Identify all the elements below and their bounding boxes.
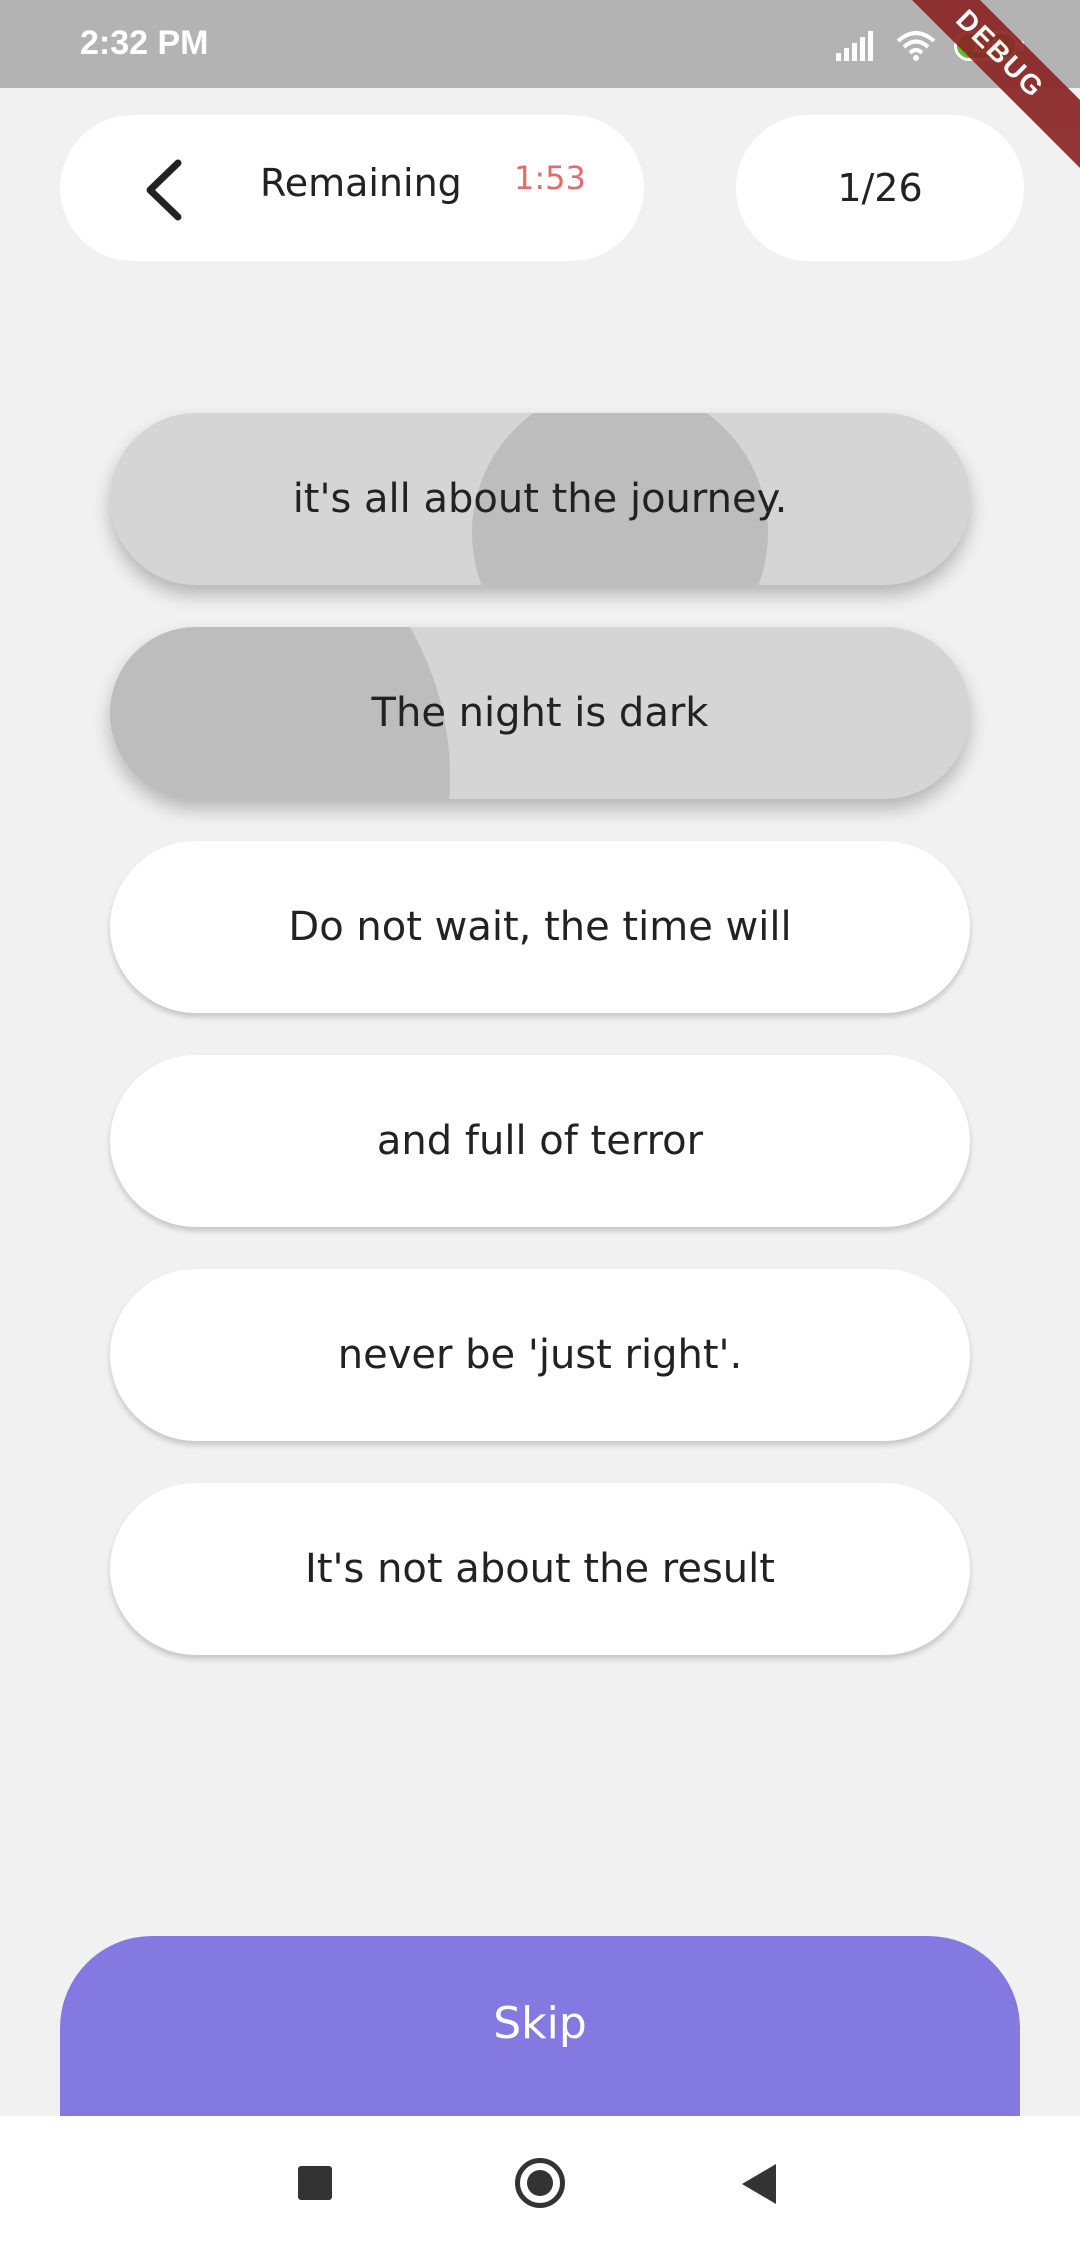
question-counter: 1/26 — [736, 115, 1024, 261]
counter-text: 1/26 — [837, 166, 923, 210]
status-time: 2:32 PM — [80, 24, 209, 62]
system-nav-bar — [0, 2116, 1080, 2246]
option-label: It's not about the result — [305, 1546, 775, 1592]
status-bar: 2:32 PM 100 DEBUG — [0, 0, 1080, 185]
nav-back-icon[interactable] — [742, 2164, 776, 2204]
option-button[interactable]: The night is dark — [110, 627, 970, 799]
option-label: it's all about the journey. — [292, 476, 788, 522]
options-list: it's all about the journey. The night is… — [110, 413, 970, 1697]
option-button[interactable]: never be 'just right'. — [110, 1269, 970, 1441]
recents-icon[interactable] — [298, 2166, 332, 2200]
option-button[interactable]: and full of terror — [110, 1055, 970, 1227]
signal-icon — [836, 31, 873, 61]
back-arrow-icon[interactable] — [132, 155, 202, 225]
option-button[interactable]: Do not wait, the time will — [110, 841, 970, 1013]
wifi-icon — [896, 31, 936, 61]
screen: 2:32 PM 100 DEBUG Remain — [0, 0, 1080, 2246]
remaining-label: Remaining — [260, 161, 462, 205]
option-button[interactable]: it's all about the journey. — [110, 413, 970, 585]
option-button[interactable]: It's not about the result — [110, 1483, 970, 1655]
remaining-pill: Remaining 1:53 — [60, 115, 644, 261]
home-icon[interactable] — [515, 2158, 565, 2208]
option-label: and full of terror — [376, 1118, 704, 1164]
option-label: The night is dark — [371, 690, 709, 736]
remaining-timer: 1:53 — [514, 159, 586, 197]
option-label: Do not wait, the time will — [288, 904, 792, 950]
option-label: never be 'just right'. — [337, 1332, 743, 1378]
skip-button[interactable]: Skip — [60, 1936, 1020, 2146]
